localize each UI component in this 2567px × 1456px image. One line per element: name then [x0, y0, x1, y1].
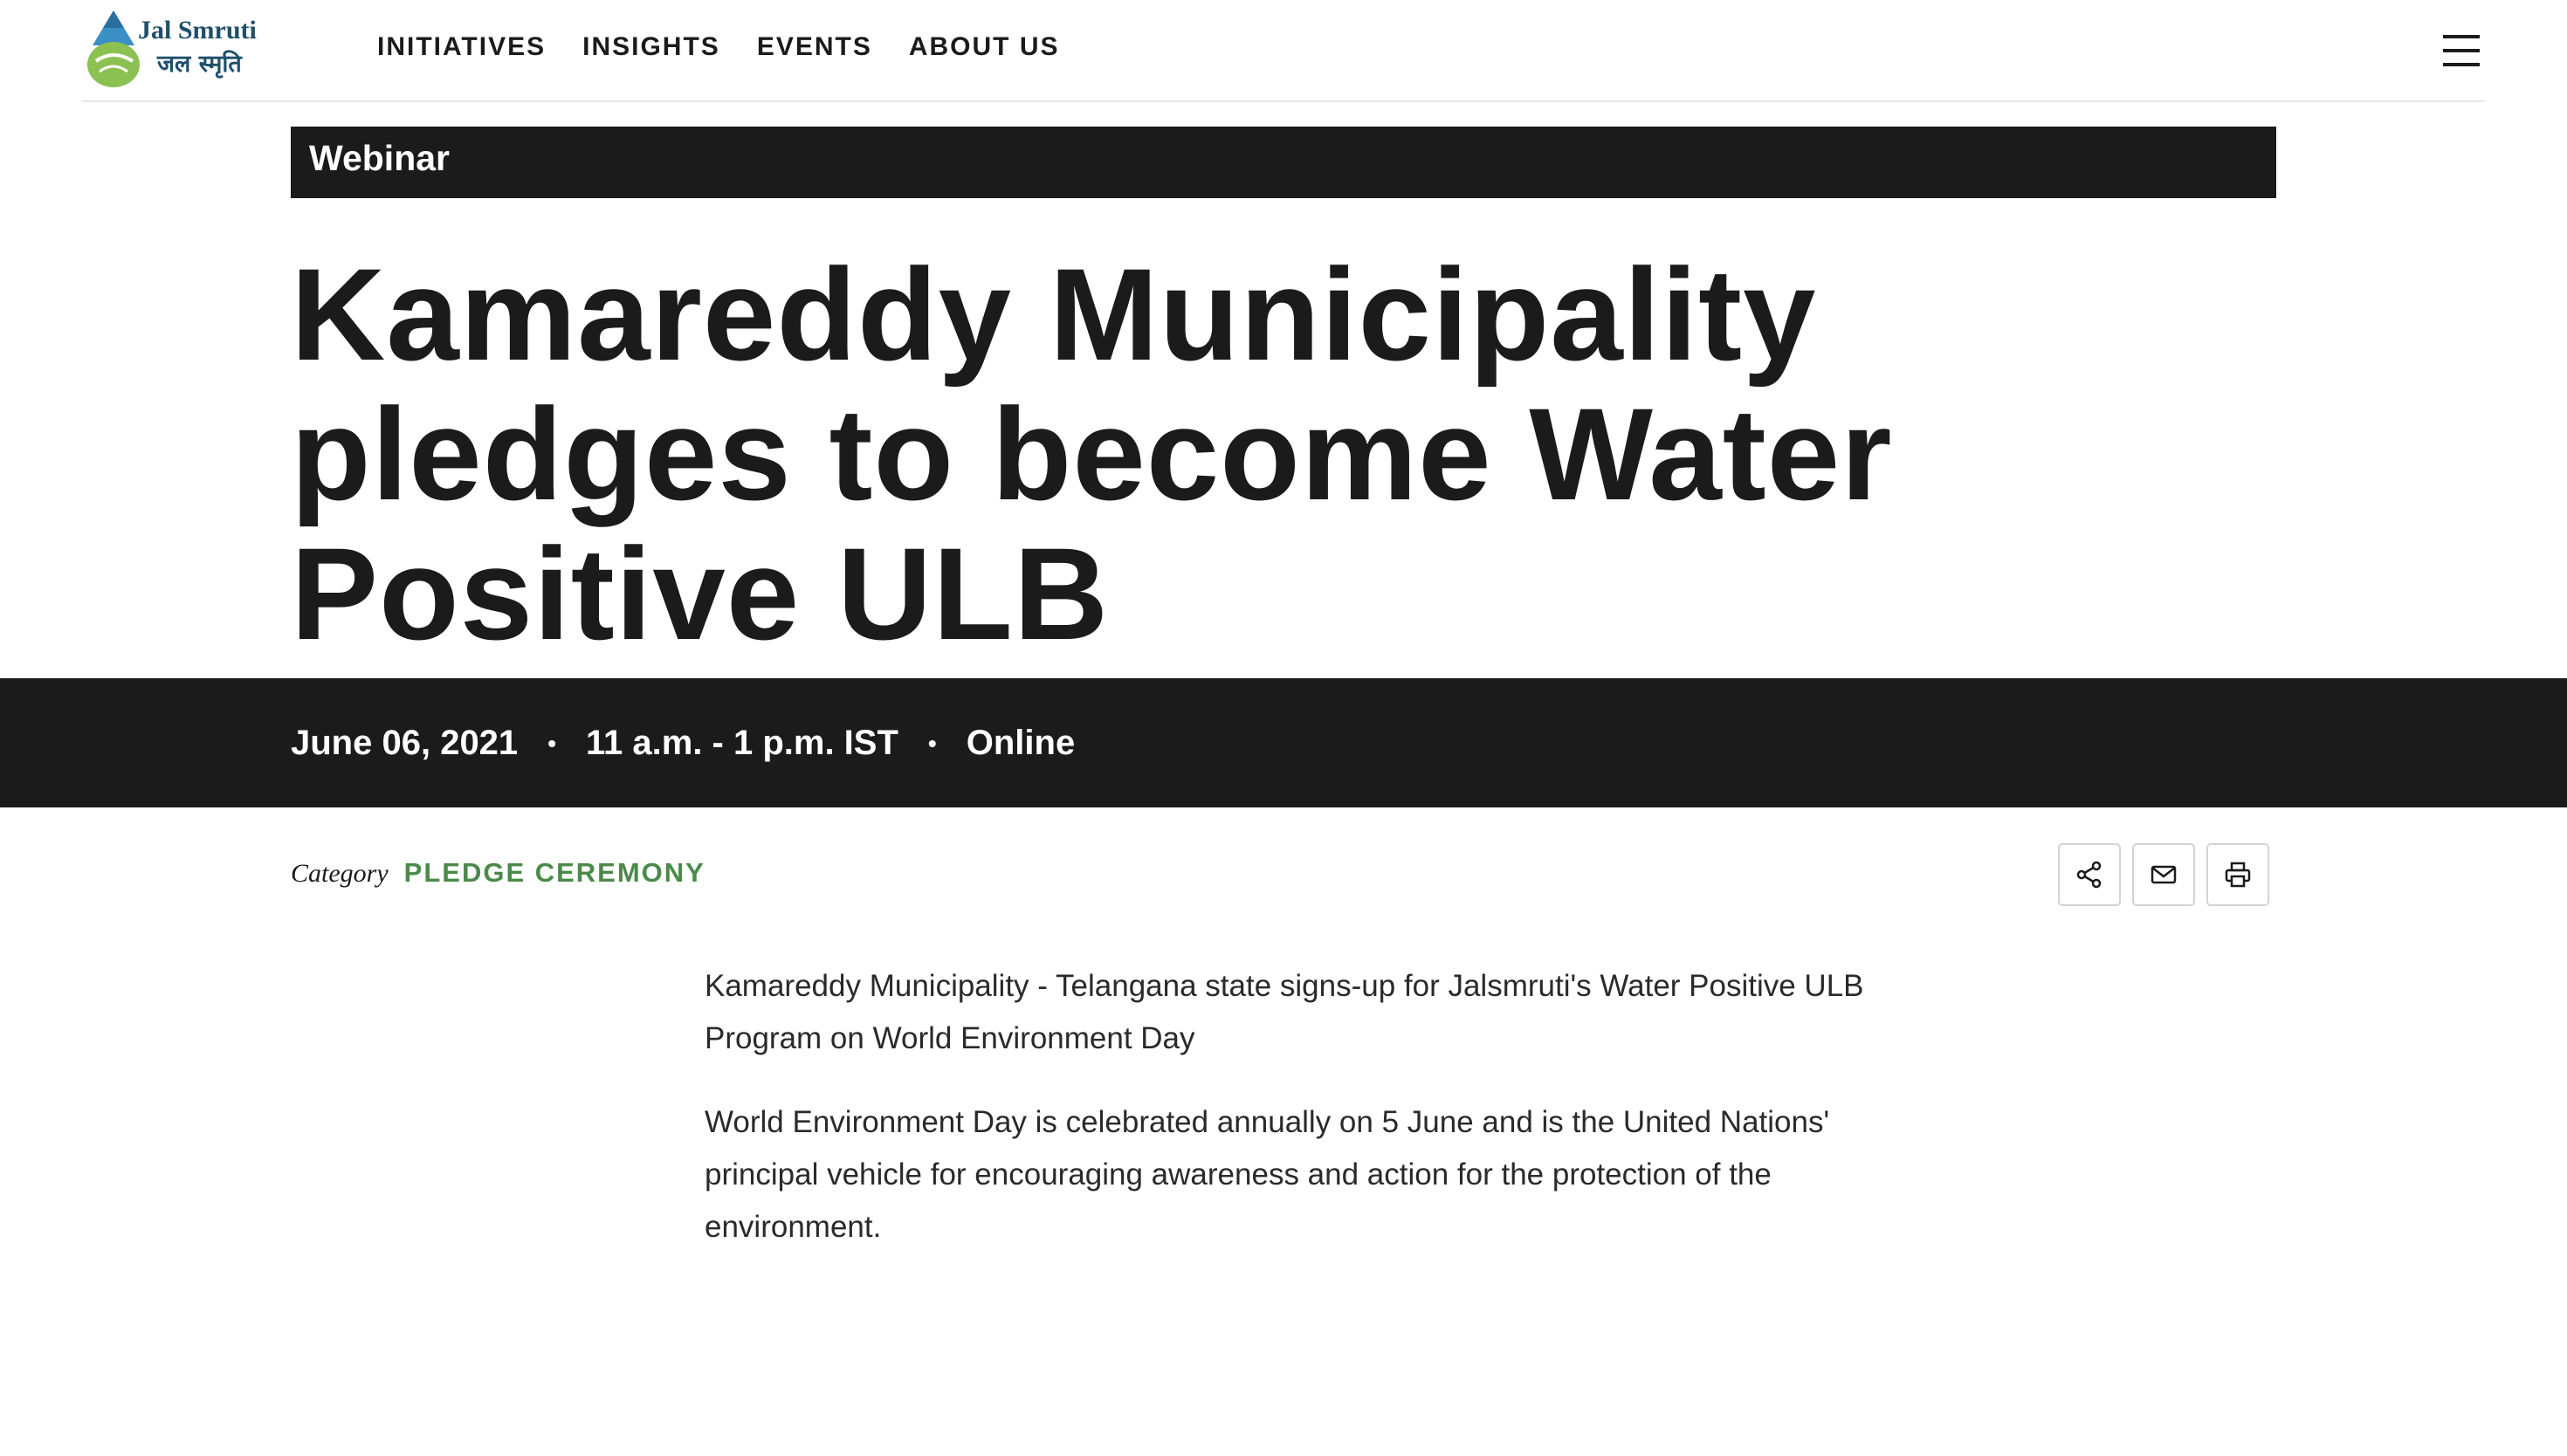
event-meta-row: June 06, 2021 • 11 a.m. - 1 p.m. IST • O…	[291, 724, 1075, 763]
category-link[interactable]: PLEDGE CEREMONY	[404, 857, 705, 889]
nav-item-initiatives[interactable]: INITIATIVES	[377, 32, 546, 62]
page-title: Kamareddy Municipality pledges to become…	[291, 241, 1893, 667]
event-meta-band: June 06, 2021 • 11 a.m. - 1 p.m. IST • O…	[0, 678, 2567, 807]
share-icon	[2076, 861, 2102, 889]
print-icon	[2225, 862, 2251, 888]
event-location: Online	[966, 724, 1076, 762]
site-logo[interactable]: Jal Smruti जल स्मृति	[84, 7, 276, 91]
site-header: Jal Smruti जल स्मृति INITIATIVES INSIGHT…	[82, 0, 2485, 102]
category-label: Category	[291, 859, 389, 888]
water-drop-logo-icon	[87, 10, 140, 87]
meta-separator: •	[547, 729, 556, 757]
category-row: Category PLEDGE CEREMONY	[291, 857, 705, 889]
logo-name-english: Jal Smruti	[138, 16, 257, 45]
email-button[interactable]	[2132, 843, 2195, 906]
event-time: 11 a.m. - 1 p.m. IST	[586, 724, 898, 762]
hamburger-menu-icon[interactable]	[2443, 35, 2480, 66]
main-nav: INITIATIVES INSIGHTS EVENTS ABOUT US	[377, 32, 1097, 62]
nav-item-insights[interactable]: INSIGHTS	[582, 32, 720, 62]
event-description: Kamareddy Municipality - Telangana state…	[705, 960, 1866, 1285]
logo-name-hindi: जल स्मृति	[157, 51, 242, 78]
event-date: June 06, 2021	[291, 724, 519, 762]
mail-icon	[2151, 865, 2177, 884]
nav-item-about-us[interactable]: ABOUT US	[909, 32, 1060, 62]
description-paragraph: Kamareddy Municipality - Telangana state…	[705, 969, 1864, 1055]
meta-separator: •	[927, 729, 937, 757]
event-type-label: Webinar	[309, 138, 450, 178]
share-actions	[2058, 843, 2281, 906]
share-button[interactable]	[2058, 843, 2121, 906]
nav-item-events[interactable]: EVENTS	[757, 32, 872, 62]
event-type-banner: Webinar	[291, 127, 2276, 198]
print-button[interactable]	[2206, 843, 2269, 906]
description-paragraph: World Environment Day is celebrated annu…	[705, 1105, 1830, 1244]
